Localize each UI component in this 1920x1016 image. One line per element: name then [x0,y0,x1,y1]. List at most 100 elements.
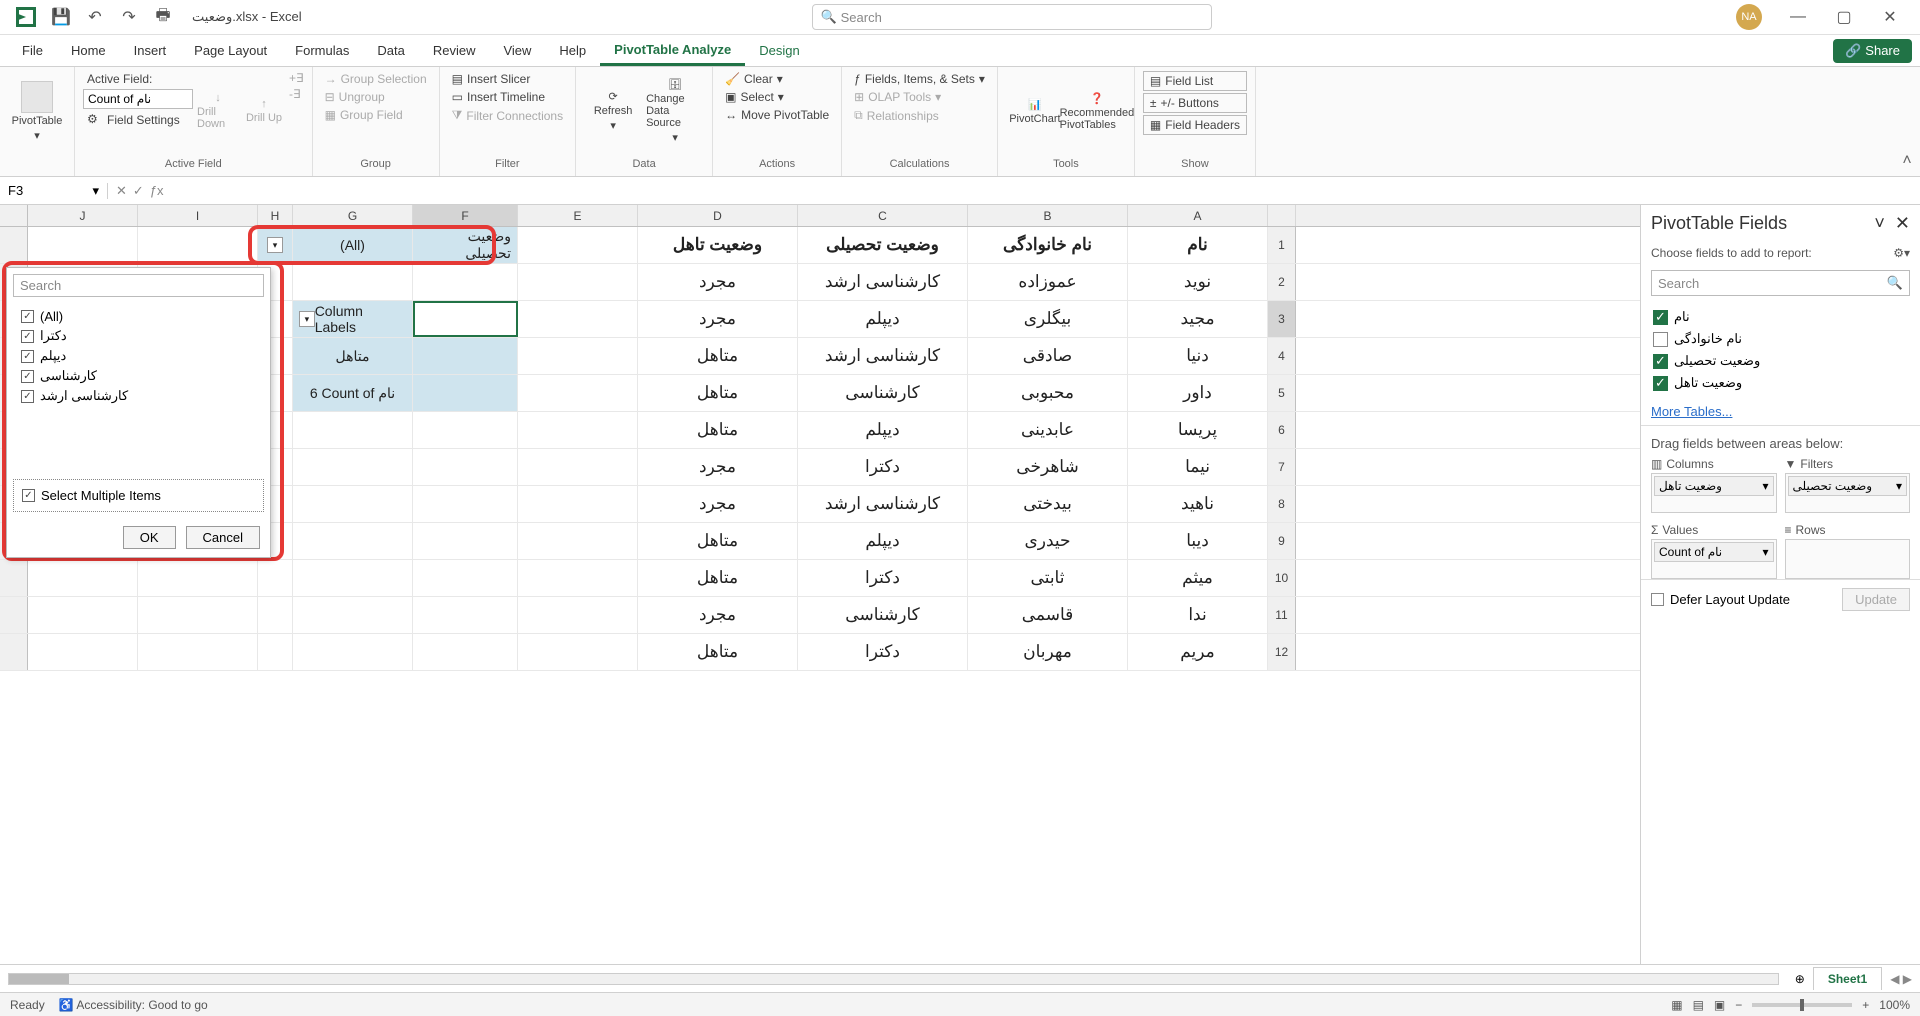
field-list-button[interactable]: ▤Field List [1143,71,1247,91]
maximize-icon[interactable]: ▢ [1822,2,1866,32]
active-field-input[interactable] [83,89,193,109]
tab-view[interactable]: View [489,37,545,64]
tab-help[interactable]: Help [545,37,600,64]
field-settings-button[interactable]: ⚙ Field Settings [83,111,193,129]
checkbox-icon[interactable]: ✓ [1653,310,1668,325]
field-item[interactable]: وضعیت تاهل✓ [1651,372,1910,394]
tab-insert[interactable]: Insert [120,37,181,64]
field-item[interactable]: وضعیت تحصیلی✓ [1651,350,1910,372]
fields-items-sets-button[interactable]: ƒFields, Items, & Sets ▾ [850,71,989,87]
pivottable-button[interactable]: PivotTable▾ [8,71,66,151]
pivot-dropdown-icon[interactable]: ▾ [299,311,315,327]
zoom-slider[interactable] [1752,1003,1852,1007]
fx-icon[interactable]: ƒx [150,183,164,199]
checkbox-icon[interactable]: ✓ [21,330,34,343]
row-header[interactable]: 3 [1268,301,1296,337]
checkbox-icon[interactable]: ✓ [21,350,34,363]
view-page-icon[interactable]: ▤ [1693,998,1704,1012]
insert-timeline-button[interactable]: ▭Insert Timeline [448,89,567,105]
worksheet-grid[interactable]: J I H G F E D C B A ▾ (All) وضعیت تحصیلی… [0,205,1640,964]
row-header[interactable]: 4 [1268,338,1296,374]
values-area[interactable]: Count of نام▾ [1651,539,1777,579]
col-header[interactable]: G [293,205,413,226]
pivot-filter-value[interactable]: (All) [293,227,413,263]
accessibility-status[interactable]: ♿ Accessibility: Good to go [59,998,208,1012]
zoom-level[interactable]: 100% [1879,998,1910,1012]
checkbox-icon[interactable]: ✓ [21,310,34,323]
tab-home[interactable]: Home [57,37,120,64]
rows-area[interactable] [1785,539,1911,579]
checkbox-icon[interactable]: ✓ [21,390,34,403]
gear-icon[interactable]: ⚙▾ [1893,246,1910,260]
collapse-ribbon-icon[interactable]: ˄ [1894,67,1920,176]
col-header[interactable]: B [968,205,1128,226]
minimize-icon[interactable]: — [1776,2,1820,32]
col-header[interactable]: E [518,205,638,226]
tab-file[interactable]: File [8,37,57,64]
more-tables-link[interactable]: More Tables... [1641,398,1920,425]
filter-dropdown-icon[interactable]: ▾ [267,237,283,253]
recommended-pt-button[interactable]: ❓Recommended PivotTables [1068,71,1126,151]
horizontal-scrollbar[interactable] [8,973,1779,985]
change-data-source-button[interactable]: 🗄Change Data Source▾ [646,71,704,151]
row-header[interactable]: 10 [1268,560,1296,596]
row-header[interactable]: 12 [1268,634,1296,670]
tab-design[interactable]: Design [745,37,813,64]
tab-pivottable-analyze[interactable]: PivotTable Analyze [600,36,745,66]
columns-area[interactable]: ▾وضعیت تاهل [1651,473,1777,513]
row-header[interactable]: 5 [1268,375,1296,411]
defer-checkbox[interactable] [1651,593,1664,606]
sheet-nav-icon[interactable]: ◀ ▶ [1890,972,1912,986]
col-header[interactable]: I [138,205,258,226]
cancel-formula-icon[interactable]: ✕ [116,183,127,199]
ok-button[interactable]: OK [123,526,176,549]
insert-slicer-button[interactable]: ▤Insert Slicer [448,71,567,87]
select-all-corner[interactable] [0,205,28,226]
print-icon[interactable]: 🖶 [152,6,174,28]
col-header[interactable]: J [28,205,138,226]
select-button[interactable]: ▣Select ▾ [721,89,833,105]
redo-icon[interactable]: ↷ [118,6,140,28]
checkbox-icon[interactable]: ✓ [1653,376,1668,391]
pane-close-icon[interactable]: ✕ [1895,213,1910,234]
save-icon[interactable]: 💾 [50,6,72,28]
tab-formulas[interactable]: Formulas [281,37,363,64]
filter-search[interactable]: Search [13,274,264,297]
row-header[interactable]: 2 [1268,264,1296,300]
field-headers-button[interactable]: ▦Field Headers [1143,115,1247,135]
zoom-in-icon[interactable]: + [1862,998,1869,1012]
plus-minus-button[interactable]: ±+/- Buttons [1143,93,1247,113]
row-header[interactable]: 11 [1268,597,1296,633]
global-search[interactable]: 🔍 Search [812,4,1212,30]
new-sheet-icon[interactable]: ⊕ [1795,972,1805,986]
sheet-tab[interactable]: Sheet1 [1813,967,1882,990]
row-header[interactable]: 1 [1268,227,1296,263]
undo-icon[interactable]: ↶ [84,6,106,28]
refresh-button[interactable]: ⟳Refresh▾ [584,71,642,151]
fields-search[interactable]: Search🔍 [1651,270,1910,296]
checkbox-icon[interactable]: ✓ [1653,354,1668,369]
cancel-button[interactable]: Cancel [186,526,260,549]
row-header[interactable]: 6 [1268,412,1296,448]
tab-review[interactable]: Review [419,37,490,64]
share-button[interactable]: 🔗 Share [1833,39,1912,63]
zoom-out-icon[interactable]: − [1735,998,1742,1012]
row-header[interactable] [0,227,28,263]
checkbox-icon[interactable]: ✓ [21,370,34,383]
tab-page-layout[interactable]: Page Layout [180,37,281,64]
col-header[interactable]: F [413,205,518,226]
move-pivottable-button[interactable]: ↔Move PivotTable [721,107,833,123]
row-header[interactable]: 8 [1268,486,1296,522]
field-item[interactable]: نام خانوادگی [1651,328,1910,350]
checkbox-icon[interactable] [1653,332,1668,347]
drill-up-button[interactable]: ↑Drill Up [243,71,285,151]
name-box[interactable]: F3▾ [0,183,108,199]
filters-area[interactable]: ▾وضعیت تحصیلی [1785,473,1911,513]
view-break-icon[interactable]: ▣ [1714,998,1725,1012]
select-multiple-checkbox[interactable]: ✓Select Multiple Items [13,479,264,512]
row-header[interactable]: 9 [1268,523,1296,559]
col-header[interactable]: H [258,205,293,226]
drill-down-button[interactable]: ↓Drill Down [197,71,239,151]
pivotchart-button[interactable]: 📊PivotChart [1006,71,1064,151]
field-item[interactable]: نام✓ [1651,306,1910,328]
